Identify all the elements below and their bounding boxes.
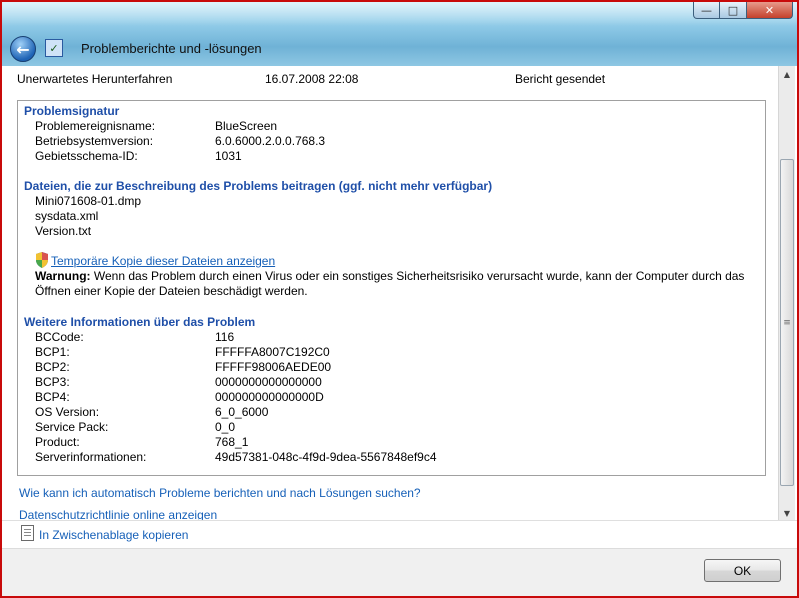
info-value: 768_1	[215, 435, 249, 449]
ok-button[interactable]: OK	[704, 559, 781, 582]
scroll-up-arrow-icon[interactable]: ▲	[779, 66, 795, 82]
file-item: sysdata.xml	[35, 209, 99, 223]
problem-reports-window: — □ ✕ ← ✓ Problemberichte und -lösungen …	[0, 0, 799, 598]
copy-to-clipboard-link[interactable]: In Zwischenablage kopieren	[39, 528, 188, 542]
info-key: BCP4:	[35, 390, 70, 404]
problem-status: Bericht gesendet	[515, 72, 606, 86]
files-section-title: Dateien, die zur Beschreibung des Proble…	[24, 179, 493, 193]
info-key: BCP2:	[35, 360, 70, 374]
problem-details-box: Problemsignatur Problemereignisname: Blu…	[17, 100, 766, 476]
uac-shield-icon	[36, 252, 48, 268]
problem-summary-row: Unerwartetes Herunterfahren 16.07.2008 2…	[17, 72, 757, 88]
back-arrow-icon[interactable]: ←	[10, 36, 36, 62]
copy-row: In Zwischenablage kopieren	[2, 520, 797, 548]
info-value: 0_0	[215, 420, 236, 434]
info-key: OS Version:	[35, 405, 100, 419]
content-area: Unerwartetes Herunterfahren 16.07.2008 2…	[2, 66, 797, 546]
info-value: 116	[215, 330, 235, 344]
problem-reports-icon: ✓	[45, 39, 63, 57]
view-temp-copy-link[interactable]: Temporäre Kopie dieser Dateien anzeigen	[51, 254, 275, 268]
scroll-down-arrow-icon[interactable]: ▼	[779, 505, 795, 521]
info-value: 0000000000000000	[215, 375, 322, 389]
info-key: BCP1:	[35, 345, 70, 359]
info-key: Product:	[35, 435, 80, 449]
info-value: 49d57381-048c-4f9d-9dea-5567848ef9c4	[215, 450, 437, 464]
problem-date: 16.07.2008 22:08	[265, 72, 359, 86]
more-info-title: Weitere Informationen über das Problem	[24, 315, 256, 329]
warning-text: Warnung: Wenn das Problem durch einen Vi…	[35, 269, 755, 299]
signature-value: BlueScreen	[215, 119, 278, 133]
caption-buttons: — □ ✕	[693, 2, 793, 19]
info-key: BCP3:	[35, 375, 70, 389]
maximize-button[interactable]: □	[720, 2, 747, 19]
scrollbar-thumb[interactable]: ≡	[780, 159, 794, 486]
problem-signature-title: Problemsignatur	[24, 104, 120, 118]
info-key: BCCode:	[35, 330, 84, 344]
close-button[interactable]: ✕	[747, 2, 793, 19]
warning-label: Warnung:	[35, 269, 91, 283]
file-item: Version.txt	[35, 224, 92, 238]
auto-report-help-link[interactable]: Wie kann ich automatisch Probleme berich…	[19, 486, 421, 500]
file-item: Mini071608-01.dmp	[35, 194, 142, 208]
info-key: Service Pack:	[35, 420, 109, 434]
signature-value: 6.0.6000.2.0.0.768.3	[215, 134, 326, 148]
signature-value: 1031	[215, 149, 242, 163]
signature-key: Gebietsschema-ID:	[35, 149, 138, 163]
signature-key: Problemereignisname:	[35, 119, 156, 133]
signature-key: Betriebsystemversion:	[35, 134, 154, 148]
title-bar-shine	[2, 2, 797, 26]
warning-message: Wenn das Problem durch einen Virus oder …	[35, 269, 745, 298]
minimize-button[interactable]: —	[693, 2, 720, 19]
scrollbar-grip-icon: ≡	[783, 317, 791, 328]
title-bar: — □ ✕ ← ✓ Problemberichte und -lösungen	[2, 2, 797, 66]
vertical-scrollbar[interactable]: ▲ ≡ ▼	[778, 66, 795, 522]
window-title: Problemberichte und -lösungen	[81, 41, 262, 56]
clipboard-icon	[21, 525, 34, 541]
info-key: Serverinformationen:	[35, 450, 147, 464]
info-value: FFFFF98006AEDE00	[215, 360, 332, 374]
dialog-footer: OK	[2, 548, 797, 596]
info-value: FFFFFA8007C192C0	[215, 345, 330, 359]
info-value: 000000000000000D	[215, 390, 324, 404]
problem-event-name: Unerwartetes Herunterfahren	[17, 72, 173, 86]
info-value: 6_0_6000	[215, 405, 269, 419]
